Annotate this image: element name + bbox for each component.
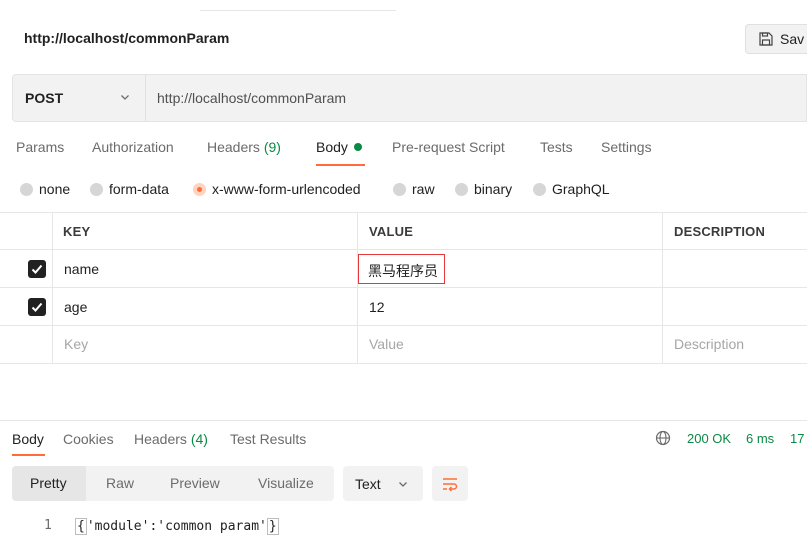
description-placeholder[interactable]: Description [674, 336, 744, 352]
radio-selected-icon [193, 183, 206, 196]
method-label: POST [25, 90, 64, 106]
radio-raw[interactable]: raw [393, 181, 435, 197]
response-tab-body[interactable]: Body [12, 431, 44, 447]
checkmark-icon [31, 264, 43, 274]
body-indicator-dot [353, 143, 362, 151]
code-text: 'module':'common param' [86, 519, 267, 534]
active-tab-underline [316, 164, 365, 166]
save-icon [758, 31, 774, 52]
tab-strip-edge [200, 0, 396, 11]
radio-circle-icon [455, 183, 468, 196]
wrap-lines-button[interactable] [432, 466, 468, 501]
format-label: Text [355, 476, 381, 492]
response-tab-headers[interactable]: Headers (4) [134, 431, 208, 447]
globe-icon[interactable] [655, 430, 671, 451]
radio-circle-icon [20, 183, 33, 196]
row-key[interactable]: age [64, 299, 87, 315]
response-time[interactable]: 6 ms [746, 431, 774, 446]
value-placeholder[interactable]: Value [369, 336, 404, 352]
view-pretty[interactable]: Pretty [30, 475, 67, 491]
chevron-down-icon [119, 90, 131, 108]
tab-params[interactable]: Params [16, 139, 64, 155]
view-raw[interactable]: Raw [106, 475, 134, 491]
response-size[interactable]: 17 [790, 431, 804, 446]
response-headers-count: (4) [190, 431, 208, 447]
tab-settings[interactable]: Settings [601, 139, 652, 155]
response-tab-test-results[interactable]: Test Results [230, 431, 306, 447]
url-bar: POST http://localhost/commonParam [12, 74, 807, 122]
method-select[interactable]: POST [13, 75, 146, 121]
view-visualize[interactable]: Visualize [258, 475, 314, 491]
radio-circle-icon [533, 183, 546, 196]
tab-headers[interactable]: Headers (9) [207, 139, 281, 155]
radio-binary[interactable]: binary [455, 181, 512, 197]
radio-form-data[interactable]: form-data [90, 181, 169, 197]
format-select[interactable]: Text [343, 466, 423, 501]
radio-x-www-form-urlencoded[interactable]: x-www-form-urlencoded [193, 181, 361, 197]
wrap-icon [443, 478, 458, 492]
url-input[interactable]: http://localhost/commonParam [157, 90, 346, 106]
tab-pre-request-script[interactable]: Pre-request Script [392, 139, 505, 155]
save-button[interactable]: Sav [745, 24, 807, 54]
close-brace: } [266, 518, 279, 535]
response-tab-underline [12, 454, 45, 456]
row-value[interactable]: 12 [369, 299, 385, 315]
column-header-key: KEY [63, 224, 91, 239]
checkmark-icon [31, 302, 43, 312]
tab-body[interactable]: Body [316, 139, 362, 155]
response-divider [0, 420, 807, 421]
column-header-description: DESCRIPTION [674, 224, 766, 239]
row-checkbox[interactable] [28, 260, 46, 278]
status-code[interactable]: 200 OK [687, 431, 731, 446]
headers-count: (9) [263, 139, 281, 155]
response-tab-cookies[interactable]: Cookies [63, 431, 114, 447]
row-key[interactable]: name [64, 261, 99, 277]
save-label: Sav [780, 31, 805, 47]
highlight-box [358, 254, 445, 284]
radio-graphql[interactable]: GraphQL [533, 181, 610, 197]
line-number: 1 [44, 518, 52, 533]
response-code[interactable]: {'module':'common param'} [75, 518, 279, 535]
key-placeholder[interactable]: Key [64, 336, 88, 352]
radio-none[interactable]: none [20, 181, 70, 197]
chevron-down-icon [397, 477, 409, 495]
open-brace: { [75, 518, 87, 535]
column-header-value: VALUE [369, 224, 414, 239]
view-preview[interactable]: Preview [170, 475, 220, 491]
tab-authorization[interactable]: Authorization [92, 139, 174, 155]
radio-circle-icon [393, 183, 406, 196]
tab-tests[interactable]: Tests [540, 139, 573, 155]
row-checkbox[interactable] [28, 298, 46, 316]
radio-circle-icon [90, 183, 103, 196]
request-title: http://localhost/commonParam [24, 30, 230, 46]
